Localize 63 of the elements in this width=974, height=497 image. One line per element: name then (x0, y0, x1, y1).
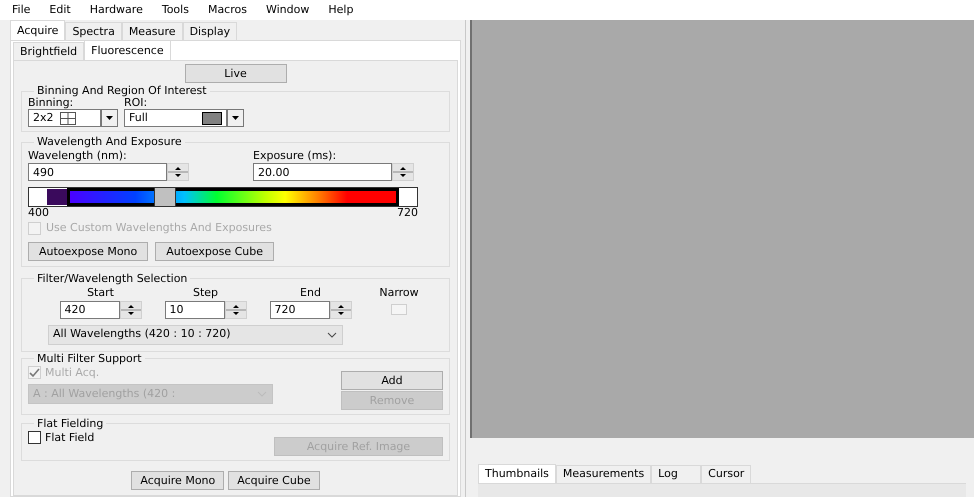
chevron-down-icon (326, 330, 338, 338)
menu-item[interactable]: File (12, 2, 30, 18)
group-title: Multi Filter Support (36, 352, 143, 364)
menu-item[interactable]: Macros (208, 2, 247, 18)
tab[interactable]: Measure (122, 22, 183, 40)
tab[interactable]: Acquire (10, 20, 66, 40)
menu-item[interactable]: Window (266, 2, 310, 18)
menu-item[interactable]: Tools (162, 2, 189, 18)
binning-dropdown[interactable]: 2x2 (28, 109, 101, 127)
field-label: Wavelength (nm): (28, 148, 128, 163)
button[interactable]: Add (341, 370, 443, 390)
menu-item[interactable]: Hardware (90, 2, 143, 18)
button[interactable]: Acquire Cube (228, 470, 320, 490)
wavelength-slider[interactable] (28, 187, 418, 207)
button[interactable]: Live (184, 64, 286, 83)
square-icon (202, 112, 222, 124)
menu-item[interactable]: Edit (49, 2, 71, 18)
field-label: End (300, 284, 321, 300)
field-label: Exposure (ms): (253, 148, 338, 163)
tab[interactable]: Log (651, 465, 702, 483)
spin-buttons-icon (120, 300, 142, 318)
scale-label: 720 (397, 207, 418, 218)
tab[interactable]: Thumbnails (478, 464, 556, 483)
field-label: ROI: (124, 97, 148, 109)
field-label: Step (192, 284, 218, 300)
tab[interactable]: Fluorescence (84, 40, 171, 60)
grid-icon (60, 112, 76, 124)
field-label: Start (87, 284, 114, 300)
checkbox-label: Multi Acq. (45, 364, 100, 380)
slider-thumb[interactable] (154, 187, 176, 207)
number-field[interactable]: 10 (164, 300, 224, 318)
checkbox-label: Use Custom Wavelengths And Exposures (46, 220, 272, 236)
group-title: Flat Fielding (36, 418, 104, 430)
roi-dropdown[interactable]: Full (124, 109, 227, 127)
button[interactable]: Acquire Mono (131, 470, 224, 490)
field-label: Binning: (28, 97, 74, 109)
tab[interactable]: Brightfield (13, 42, 84, 60)
button[interactable]: Autoexpose Mono (28, 242, 148, 260)
number-field[interactable]: 720 (270, 300, 330, 318)
checkbox[interactable] (28, 430, 41, 444)
group-title: Binning And Region Of Interest (36, 85, 208, 97)
tab[interactable]: Measurements (556, 465, 652, 483)
number-field[interactable]: 420 (60, 300, 120, 318)
tab[interactable]: Cursor (701, 465, 752, 483)
group-title: Wavelength And Exposure (36, 136, 183, 148)
spin-buttons-icon (224, 300, 246, 318)
field-label: Narrow (379, 284, 419, 300)
menu-item[interactable]: Help (328, 2, 354, 18)
spin-buttons-icon (330, 300, 352, 318)
tab[interactable]: Display (182, 22, 238, 40)
dropdown-value: Full (129, 110, 148, 126)
spin-buttons-icon (392, 163, 414, 181)
group-title: Filter/Wavelength Selection (36, 272, 188, 284)
button[interactable]: Autoexpose Cube (155, 242, 274, 260)
exposure-field[interactable]: 20.00 (253, 163, 392, 181)
scale-label: 400 (28, 207, 49, 218)
wavelength-field[interactable]: 490 (28, 163, 167, 181)
checkbox-label: Flat Field (45, 430, 94, 444)
tab[interactable]: Spectra (65, 22, 122, 40)
wavelength-dropdown[interactable]: All Wavelengths (420 : 10 : 720) (48, 324, 343, 344)
dropdown-value: All Wavelengths (420 : 10 : 720) (53, 326, 231, 342)
dropdown-value: 2x2 (33, 110, 54, 126)
spin-buttons-icon (167, 163, 189, 181)
